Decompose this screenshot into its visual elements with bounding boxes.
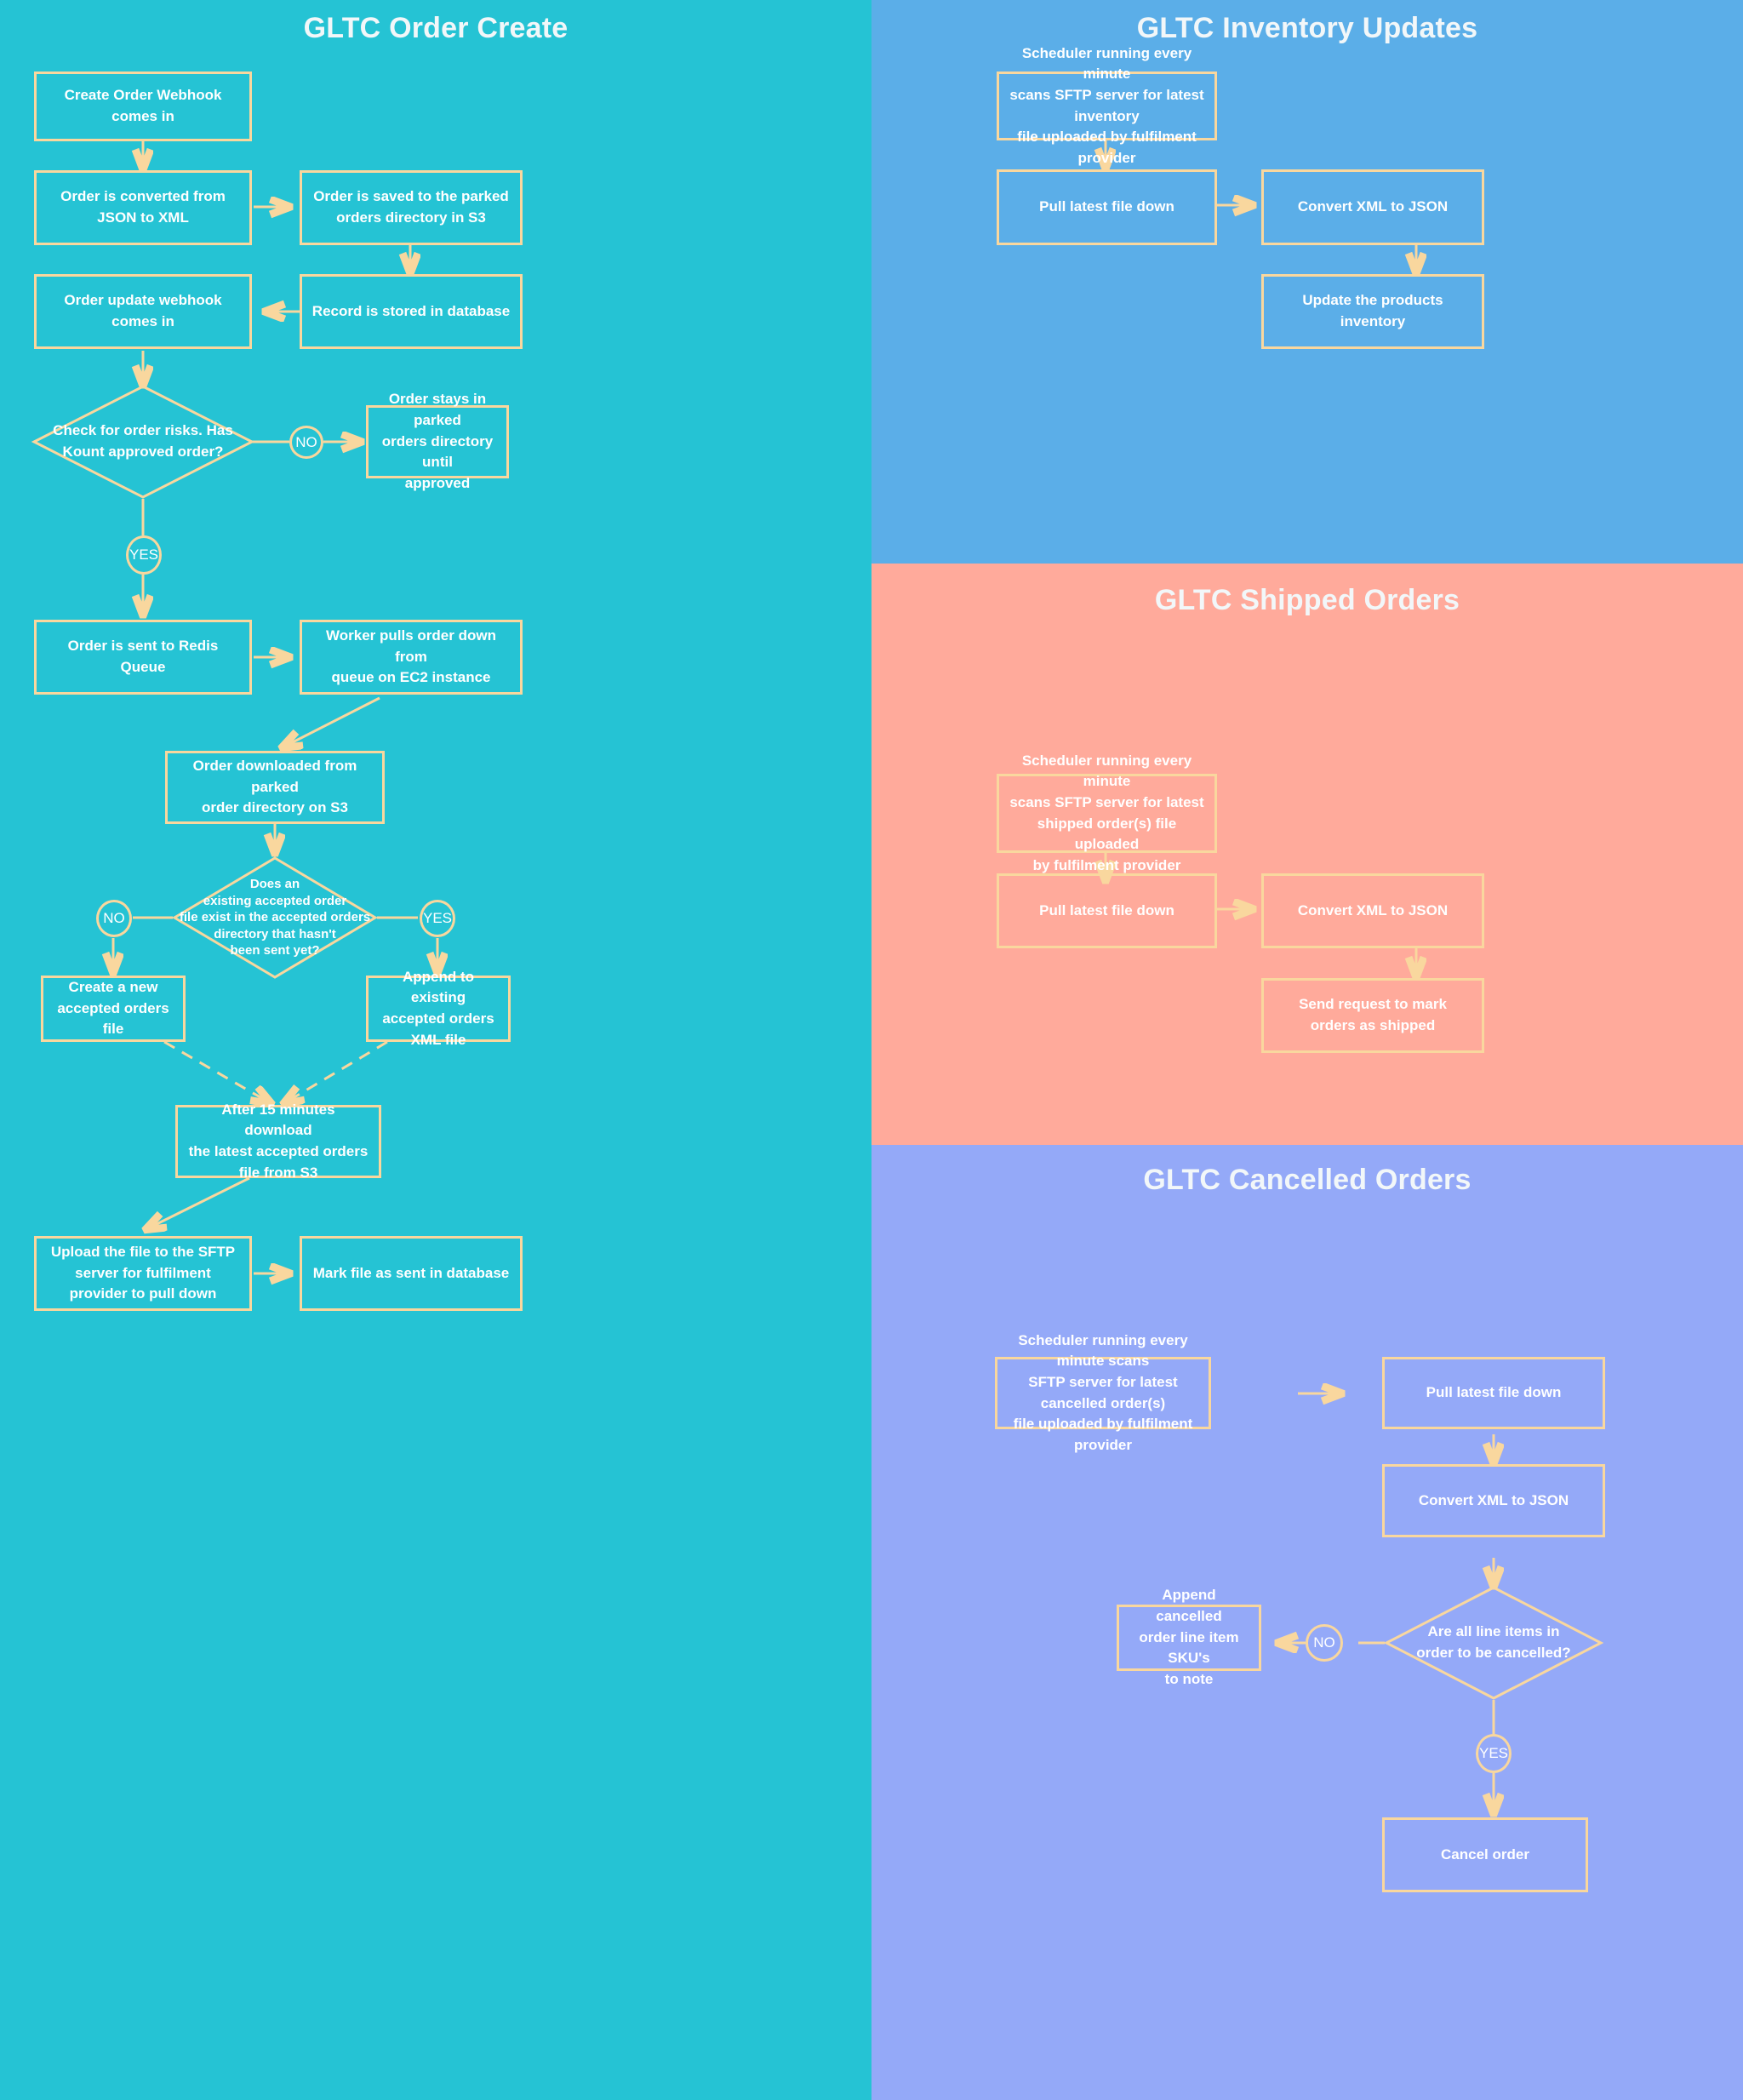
node-order-converted-json-xml[interactable]: Order is converted from JSON to XML: [34, 170, 252, 245]
badge-lines-yes: YES: [1476, 1734, 1512, 1773]
node-update-products-inventory[interactable]: Update the products inventory: [1261, 274, 1484, 349]
connectors-shipped: [872, 853, 1743, 1145]
node-cancelled-pull-latest-file[interactable]: Pull latest file down: [1382, 1357, 1605, 1429]
node-send-request-mark-shipped[interactable]: Send request to mark orders as shipped: [1261, 978, 1484, 1053]
node-shipped-scheduler[interactable]: Scheduler running every minute scans SFT…: [997, 752, 1217, 873]
decision-existing-accepted-file[interactable]: Does an existing accepted order file exi…: [172, 856, 378, 979]
node-shipped-pull-latest-file[interactable]: Pull latest file down: [997, 873, 1217, 948]
badge-file-yes: YES: [420, 900, 455, 937]
node-append-cancelled-sku-note[interactable]: Append cancelled order line item SKU's t…: [1117, 1587, 1261, 1687]
node-mark-file-as-sent[interactable]: Mark file as sent in database: [300, 1236, 523, 1311]
node-create-order-webhook[interactable]: Create Order Webhook comes in: [34, 72, 252, 141]
node-cancelled-convert-xml-json[interactable]: Convert XML to JSON: [1382, 1464, 1605, 1537]
node-shipped-convert-xml-json[interactable]: Convert XML to JSON: [1261, 873, 1484, 948]
decision-order-risk-check[interactable]: Check for order risks. Has Kount approve…: [31, 385, 255, 499]
node-record-stored-database[interactable]: Record is stored in database: [300, 274, 523, 349]
node-worker-pulls-order[interactable]: Worker pulls order down from queue on EC…: [300, 620, 523, 695]
node-after-15-minutes-download[interactable]: After 15 minutes download the latest acc…: [175, 1101, 381, 1181]
panel-gltc-shipped-orders: GLTC Shipped Orders Scheduler running ev…: [872, 564, 1743, 1145]
panel-gltc-order-create: GLTC Order Create Create Order Webhook c…: [0, 0, 872, 2100]
panel-gltc-cancelled-orders: GLTC Cancelled Orders Scheduler running …: [872, 1145, 1743, 2100]
node-order-saved-parked-s3[interactable]: Order is saved to the parked orders dire…: [300, 170, 523, 245]
node-order-downloaded-parked-s3[interactable]: Order downloaded from parked order direc…: [165, 751, 385, 824]
node-create-new-accepted-orders-file[interactable]: Create a new accepted orders file: [41, 976, 186, 1042]
node-inventory-pull-latest-file[interactable]: Pull latest file down: [997, 169, 1217, 245]
node-cancelled-scheduler[interactable]: Scheduler running every minute scans SFT…: [995, 1332, 1211, 1453]
badge-risk-yes: YES: [126, 535, 162, 575]
node-inventory-convert-xml-json[interactable]: Convert XML to JSON: [1261, 169, 1484, 245]
node-upload-file-sftp[interactable]: Upload the file to the SFTP server for f…: [34, 1236, 252, 1311]
node-order-stays-parked[interactable]: Order stays in parked orders directory u…: [366, 391, 509, 491]
node-cancel-order[interactable]: Cancel order: [1382, 1817, 1588, 1892]
panel-title-order-create: GLTC Order Create: [303, 12, 569, 44]
panel-title-cancelled: GLTC Cancelled Orders: [1143, 1164, 1472, 1196]
flowchart-canvas: GLTC Order Create Create Order Webhook c…: [0, 0, 1743, 2100]
decision-all-line-items-cancelled[interactable]: Are all line items in order to be cancel…: [1383, 1586, 1604, 1700]
panel-title-inventory: GLTC Inventory Updates: [1136, 12, 1478, 44]
node-order-update-webhook[interactable]: Order update webhook comes in: [34, 274, 252, 349]
badge-file-no: NO: [96, 900, 132, 937]
badge-lines-no: NO: [1306, 1624, 1343, 1662]
connectors-cancelled: [872, 1145, 1743, 2100]
node-append-existing-accepted-orders-xml[interactable]: Append to existing accepted orders XML f…: [366, 969, 511, 1048]
node-order-sent-redis-queue[interactable]: Order is sent to Redis Queue: [34, 620, 252, 695]
badge-risk-no: NO: [289, 426, 323, 459]
node-inventory-scheduler[interactable]: Scheduler running every minute scans SFT…: [997, 45, 1217, 166]
panel-title-shipped: GLTC Shipped Orders: [1154, 584, 1460, 616]
panel-gltc-inventory-updates: GLTC Inventory Updates Scheduler running…: [872, 0, 1743, 564]
